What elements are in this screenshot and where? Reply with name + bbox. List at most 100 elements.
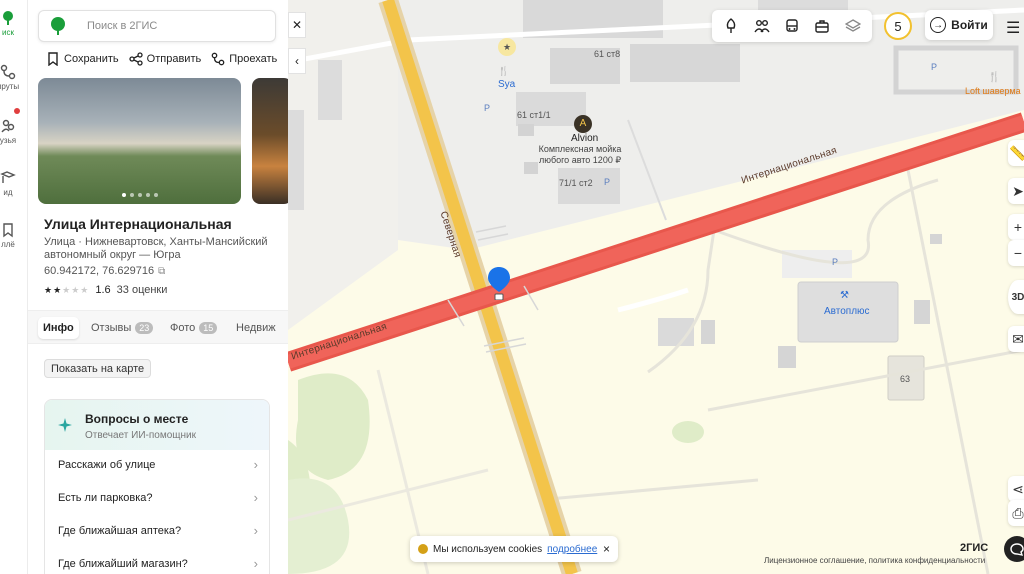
building-number: 71/1 ст2: [559, 178, 593, 188]
menu-icon[interactable]: ☰: [1006, 18, 1020, 38]
briefcase-icon: [815, 20, 830, 33]
zoom-in-button[interactable]: +: [1008, 214, 1024, 240]
tab-label: Инфо: [43, 322, 74, 334]
collapse-panel-button[interactable]: ‹: [288, 48, 306, 74]
left-rail: иск ируты узья ид ллё: [0, 0, 28, 574]
layers-button[interactable]: [842, 15, 864, 37]
poi-service-icon[interactable]: ⚒: [840, 290, 849, 301]
places-button[interactable]: [720, 15, 742, 37]
place-rating[interactable]: ★★★★★ 1.6 33 оценки: [44, 284, 167, 296]
map-toolbar: [712, 10, 872, 42]
rating-stars: ★★★★★: [44, 284, 90, 295]
save-label: Сохранить: [64, 53, 119, 65]
friends-button[interactable]: [751, 15, 773, 37]
bus-icon: [786, 19, 798, 32]
place-panel: Сохранить Отправить Проехать Улица Интер…: [28, 0, 288, 574]
rail-item-search[interactable]: иск: [0, 10, 27, 37]
question-label: Есть ли парковка?: [58, 492, 153, 504]
login-button[interactable]: → Войти: [925, 10, 993, 40]
poi-loft-label[interactable]: Loft шаверма: [965, 86, 1021, 96]
license-link[interactable]: Лицензионное соглашение, политика конфид…: [764, 556, 985, 565]
car-wash-icon[interactable]: A: [574, 115, 592, 133]
routes-icon: [0, 64, 16, 80]
chat-button[interactable]: [1004, 536, 1024, 562]
question-label: Где ближайший магазин?: [58, 558, 188, 570]
question-item[interactable]: Есть ли парковка? ›: [58, 490, 258, 505]
search-input[interactable]: [87, 20, 257, 32]
locate-button[interactable]: ➤: [1008, 178, 1024, 204]
show-on-map-button[interactable]: Показать на карте: [44, 359, 152, 378]
save-button[interactable]: Сохранить: [46, 52, 119, 66]
notification-dot: [14, 108, 20, 114]
send-button[interactable]: Отправить: [129, 52, 201, 66]
location-pin-icon[interactable]: [487, 266, 511, 300]
notification-counter[interactable]: 5: [884, 12, 912, 40]
login-label: Войти: [951, 18, 988, 32]
building-number: 61 ст1/1: [517, 110, 551, 120]
rail-item-routes[interactable]: ируты: [0, 64, 27, 91]
poi-cafe-icon[interactable]: 🍴: [498, 66, 509, 77]
rail-item-friends[interactable]: узья: [0, 118, 27, 145]
question-label: Расскажи об улице: [58, 459, 156, 471]
tab-badge: 23: [135, 322, 154, 334]
rail-label: узья: [0, 136, 17, 145]
feedback-button[interactable]: ✉: [1008, 326, 1024, 352]
cookie-close-button[interactable]: ×: [603, 542, 610, 556]
friends-icon: [1, 119, 15, 133]
route-icon: [211, 52, 225, 66]
poi-sya-label[interactable]: Sya: [498, 79, 515, 90]
rail-item-collections[interactable]: ллё: [0, 222, 27, 249]
tab-reviews[interactable]: Отзывы 23: [86, 317, 158, 339]
cookie-more-link[interactable]: подробнее: [547, 544, 597, 555]
brand-label: 2ГИС: [960, 542, 989, 554]
login-icon: →: [930, 17, 947, 33]
3d-mode-button[interactable]: 3D: [1008, 280, 1024, 314]
rating-count: 33 оценки: [116, 284, 168, 296]
poi-marker-icon[interactable]: ★: [498, 38, 516, 56]
close-panel-button[interactable]: ✕: [288, 12, 306, 38]
tab-label: Фото: [170, 322, 196, 334]
tab-badge: 15: [199, 322, 218, 334]
place-subtitle: Улица · Нижневартовск, Ханты-Мансийский …: [44, 236, 268, 261]
questions-title: Вопросы о месте: [85, 412, 189, 426]
zoom-out-button[interactable]: −: [1008, 240, 1024, 266]
rail-item-guide[interactable]: ид: [0, 170, 27, 197]
photo-gallery[interactable]: [38, 78, 288, 204]
copy-icon[interactable]: ⧉: [158, 266, 165, 277]
questions-subtitle: Отвечает ИИ-помощник: [85, 430, 196, 441]
place-coords[interactable]: 60.942172, 76.629716 ⧉: [44, 265, 165, 277]
chevron-right-icon: ›: [253, 490, 258, 505]
chat-icon: [1010, 543, 1024, 556]
ruler-button[interactable]: 📏: [1008, 140, 1024, 166]
questions-header: Вопросы о месте Отвечает ИИ-помощник: [45, 400, 269, 450]
question-item[interactable]: Где ближайшая аптека? ›: [58, 524, 258, 537]
ai-sparkle-icon: [58, 418, 72, 432]
tab-realty[interactable]: Недвиж: [231, 317, 281, 339]
chevron-right-icon: ›: [253, 556, 258, 571]
tab-photos[interactable]: Фото 15: [165, 317, 222, 339]
place-photo[interactable]: [38, 78, 241, 204]
tab-label: Отзывы: [91, 322, 132, 334]
place-photo[interactable]: [252, 78, 288, 204]
print-button[interactable]: ⎙: [1008, 500, 1024, 526]
transport-button[interactable]: [781, 15, 803, 37]
parking-label: P: [931, 62, 938, 72]
share-icon: ⋖: [1012, 480, 1024, 497]
poi-food-icon[interactable]: 🍴: [988, 72, 1000, 83]
poi-alvion-label[interactable]: Alvion: [571, 133, 598, 144]
map-canvas[interactable]: 61 ст8 61 ст1/1 71/1 ст2 63 ★ 🍴 Sya A Al…: [288, 0, 1024, 574]
route-button[interactable]: Проехать: [211, 52, 277, 66]
question-item[interactable]: Где ближайший магазин? ›: [58, 556, 258, 571]
tab-info[interactable]: Инфо: [38, 317, 79, 339]
share-icon: [129, 52, 143, 66]
bookmark-icon: [48, 52, 58, 66]
search-box[interactable]: [38, 10, 276, 42]
question-item[interactable]: Расскажи об улице ›: [58, 457, 258, 472]
chevron-right-icon: ›: [253, 457, 258, 472]
share-map-button[interactable]: ⋖: [1008, 476, 1024, 502]
coords-value: 60.942172, 76.629716: [44, 265, 155, 277]
friends-icon: [753, 20, 770, 33]
business-button[interactable]: [811, 15, 833, 37]
cookie-icon: [418, 544, 428, 554]
poi-avtoplus-label[interactable]: Автоплюс: [824, 306, 870, 317]
